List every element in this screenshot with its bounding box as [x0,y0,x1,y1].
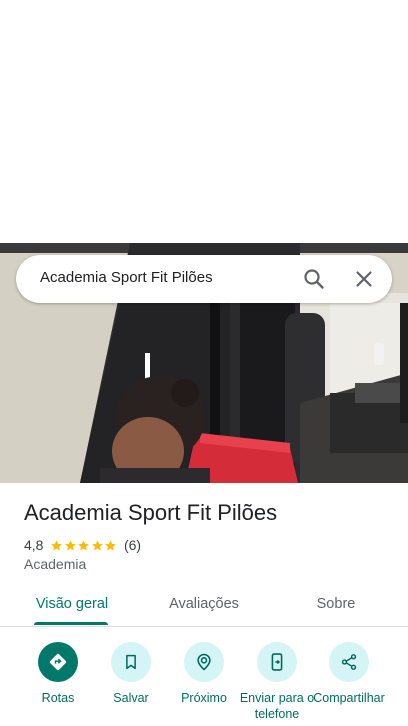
send-to-phone-button[interactable]: Enviar para o telefone [238,640,316,722]
close-icon[interactable] [352,267,376,291]
bookmark-icon [111,642,151,682]
share-button[interactable]: Compartilhar [310,640,388,706]
place-title: Academia Sport Fit Pilões [24,500,278,525]
share-label: Compartilhar [313,691,385,705]
blank-map-area [0,0,408,243]
nearby-button[interactable]: Próximo [165,640,243,706]
rating-stars [50,539,118,552]
send-to-phone-label: Enviar para o telefone [239,691,315,721]
directions-icon [38,642,78,682]
tab-about[interactable]: Sobre [296,584,376,626]
rating-value: 4,8 [24,537,44,553]
search-query[interactable]: Academia Sport Fit Pilões [40,269,213,286]
nearby-icon [184,642,224,682]
divider [0,626,408,627]
star-icon [51,539,63,550]
search-icon[interactable] [302,267,326,291]
star-icon [105,539,117,550]
star-icon [78,539,90,550]
directions-button[interactable]: Rotas [19,640,97,706]
directions-label: Rotas [41,691,75,705]
save-label: Salvar [113,691,149,705]
nearby-label: Próximo [181,691,227,705]
rating-row[interactable]: 4,8 (6) [24,536,141,554]
review-count[interactable]: (6) [124,537,141,553]
tab-reviews[interactable]: Avaliações [156,584,252,626]
star-icon [92,539,103,550]
tab-bar: Visão geral Avaliações Sobre [0,584,408,628]
send-to-phone-icon [257,642,297,682]
place-category[interactable]: Academia [24,556,86,572]
star-icon [65,539,76,550]
save-button[interactable]: Salvar [92,640,170,706]
share-icon [329,642,369,682]
tab-overview[interactable]: Visão geral [24,584,120,626]
active-tab-indicator [34,622,108,625]
search-bar[interactable]: Academia Sport Fit Pilões [16,255,392,303]
